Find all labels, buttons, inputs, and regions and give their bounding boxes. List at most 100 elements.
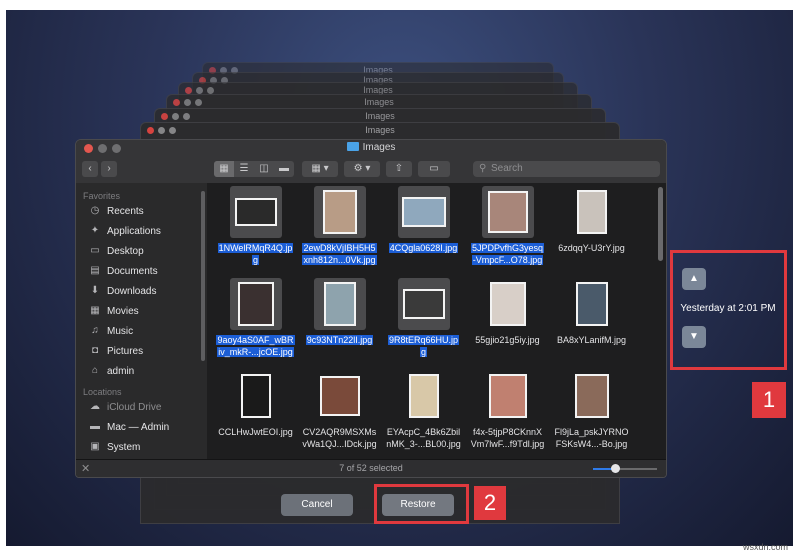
share-button[interactable]: ⇧ [386,161,412,177]
thumbnail-frame [314,370,366,422]
favorites-list: ◷ Recents ✦ Applications ▭ Desktop ▤ Documents ⬇… [76,201,207,381]
thumbnail-frame [229,186,282,238]
finder-window: Images ‹ › ▦ ☰ ◫ ▬ ▦ ▾ ⚙ ▾ ⇧ ▭ ⚲ Search … [75,139,667,478]
file-name: 55gjio21g5iy.jpg [463,334,552,346]
sidebar-item-movies[interactable]: ▦ Movies [76,301,207,321]
image-thumbnail [323,282,356,326]
download-icon: ⬇ [90,285,100,296]
sidebar-item-label: Desktop [107,245,144,257]
thumbnail-frame [566,278,618,330]
file-item[interactable]: 4CQgla0628I.jpg [379,186,468,254]
tags-button[interactable]: ▭ [418,161,450,177]
selection-count: 7 of 52 selected [339,463,403,473]
file-name-line: 2ewD8kVjIBH5H5 [302,243,377,253]
file-item[interactable]: 6zdqqY-U3rY.jpg [547,186,636,254]
file-name-line: FSKsW4...-Bo.jpg [555,439,628,449]
tag-icon: ▭ [429,163,439,174]
action-button[interactable]: ⚙ ▾ [344,161,380,177]
image-thumbnail [487,191,528,233]
locations-list: ☁ iCloud Drive ▬ Mac — Admin ▣ System [76,397,207,457]
file-name: f4x-5tjpP8CKnnX Vm7lwF...f9Tdl.jpg [463,426,552,450]
file-name-line: 4CQgla0628I.jpg [388,243,459,253]
icon-size-slider[interactable] [593,464,657,473]
file-name: 9c93NTn22lI.jpg [295,334,384,346]
restore-button[interactable]: Restore [382,494,454,516]
list-view-icon[interactable]: ☰ [234,161,254,177]
sidebar-item-pictures[interactable]: ◘ Pictures [76,341,207,361]
file-item[interactable]: 9c93NTn22lI.jpg [295,278,384,346]
file-item[interactable]: 2ewD8kVjIBH5H5 xnh812n...0Vk.jpg [295,186,384,266]
sidebar: Favorites ◷ Recents ✦ Applications ▭ Desktop ▤… [76,183,207,459]
file-item[interactable]: 9R8tERq66HU.jp g [379,278,468,358]
file-name: 5JPDPvfhG3yesq -VmpcF...O78.jpg [463,242,552,266]
file-item[interactable]: BA8xYLanifM.jpg [547,278,636,346]
document-icon: ▤ [90,265,100,276]
file-name: CCLHwJwtEOI.jpg [211,426,300,438]
thumbnail-frame [566,370,618,422]
group-by-button[interactable]: ▦ ▾ [302,161,338,177]
file-name-line: 5JPDPvfhG3yesq [470,243,545,253]
file-name-line: nMK_3-...BL00.jpg [386,439,461,449]
time-machine-backdrop: Images Images Images Images Images Images Ima… [6,10,793,546]
file-item[interactable]: 1NWelRMqR4Q.jp g [211,186,300,266]
file-name: EYAcpC_4Bk6Zbil nMK_3-...BL00.jpg [379,426,468,450]
desktop-icon: ▭ [90,245,100,256]
content-scrollbar[interactable] [658,187,663,261]
file-item[interactable]: 9aoy4aS0AF_wBR iv_mkR-...jcOE.jpg [211,278,300,358]
sidebar-item-icloud-drive[interactable]: ☁ iCloud Drive [76,397,207,417]
camera-icon: ◘ [91,345,99,356]
sidebar-item-music[interactable]: ♫ Music [76,321,207,341]
thumbnail-frame [482,278,534,330]
file-item[interactable]: CV2AQR9MSXMs vWa1QJ...IDck.jpg [295,370,384,450]
forward-button[interactable]: › [101,161,117,177]
home-icon: ⌂ [91,365,99,376]
file-item[interactable]: Fl9jLa_pskJYRNO FSKsW4...-Bo.jpg [547,370,636,450]
search-field[interactable]: ⚲ Search [473,161,660,177]
file-item[interactable]: 55gjio21g5iy.jpg [463,278,552,346]
sidebar-item-label: Recents [107,205,144,217]
image-thumbnail [575,282,608,326]
sidebar-item-mac-admin[interactable]: ▬ Mac — Admin [76,417,207,437]
gallery-view-icon[interactable]: ▬ [274,161,294,177]
sidebar-item-documents[interactable]: ▤ Documents [76,261,207,281]
file-name-line: 9R8tERq66HU.jp [387,335,460,345]
movie-icon: ▦ [90,305,100,316]
grid-icon: ▦ ▾ [311,163,329,174]
sidebar-item-recents[interactable]: ◷ Recents [76,201,207,221]
status-bar: ✕ 7 of 52 selected [76,459,666,477]
title-bar: Images [76,140,666,156]
locations-header: Locations [83,387,122,397]
file-item[interactable]: EYAcpC_4Bk6Zbil nMK_3-...BL00.jpg [379,370,468,450]
sidebar-item-label: Movies [107,305,139,317]
gear-icon: ⚙ ▾ [353,163,371,174]
icon-view-icon[interactable]: ▦ [214,161,234,177]
chevron-up-icon: ▲ [689,273,699,284]
file-item[interactable]: f4x-5tjpP8CKnnX Vm7lwF...f9Tdl.jpg [463,370,552,450]
column-view-icon[interactable]: ◫ [254,161,274,177]
sidebar-item-applications[interactable]: ✦ Applications [76,221,207,241]
file-item[interactable]: CCLHwJwtEOI.jpg [211,370,300,438]
backup-up-button[interactable]: ▲ [682,268,706,290]
file-name: 4CQgla0628I.jpg [379,242,468,254]
sidebar-item-label: Downloads [107,285,157,297]
disk-icon: ▣ [90,441,100,452]
file-item[interactable]: 5JPDPvfhG3yesq -VmpcF...O78.jpg [463,186,552,266]
chevron-right-icon: › [107,163,111,174]
view-mode-group: ▦ ☰ ◫ ▬ [214,161,294,177]
image-thumbnail [240,374,271,418]
backup-down-button[interactable]: ▼ [682,326,706,348]
thumbnail-frame [313,186,366,238]
sidebar-scrollbar[interactable] [201,191,205,361]
sidebar-item-admin[interactable]: ⌂ admin [76,361,207,381]
sidebar-item-desktop[interactable]: ▭ Desktop [76,241,207,261]
file-name-line: f4x-5tjpP8CKnnX [472,427,543,437]
file-name-line: EYAcpC_4Bk6Zbil [386,427,461,437]
sidebar-item-system[interactable]: ▣ System [76,437,207,457]
thumbnail-frame [566,186,618,238]
file-name-line: g [419,347,427,357]
sidebar-item-downloads[interactable]: ⬇ Downloads [76,281,207,301]
back-button[interactable]: ‹ [82,161,98,177]
thumbnail-frame [481,186,534,238]
file-name: 9R8tERq66HU.jp g [379,334,468,358]
cancel-button[interactable]: Cancel [281,494,353,516]
